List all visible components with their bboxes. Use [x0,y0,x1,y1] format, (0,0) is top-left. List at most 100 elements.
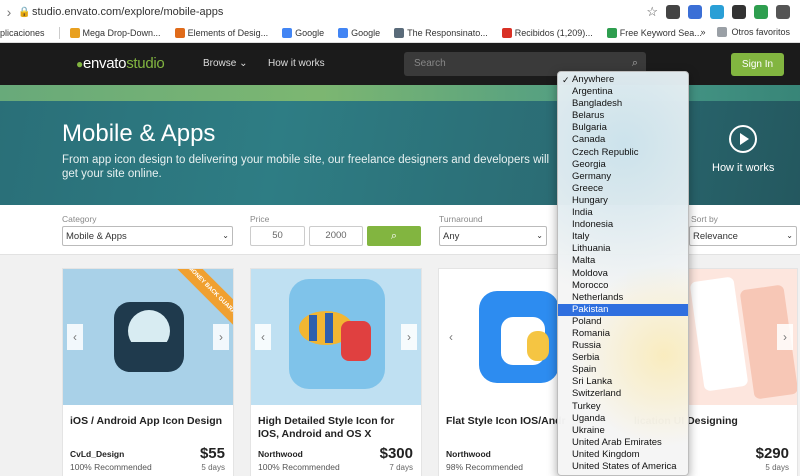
browse-menu[interactable]: Browse ⌄ [203,58,248,69]
chevron-down-icon: ⌄ [536,231,543,240]
dropdown-option[interactable]: Lithuania [558,243,688,255]
dropdown-option-label: Spain [572,364,597,376]
price-min-input[interactable]: 50 [250,226,305,246]
carousel-prev-arrow[interactable]: ‹ [255,324,271,350]
carousel-prev-arrow[interactable]: ‹ [67,324,83,350]
sort-select[interactable]: Relevance ⌄ [689,226,797,246]
dropdown-option[interactable]: Bangladesh [558,98,688,110]
dropdown-option[interactable]: Ukraine [558,425,688,437]
carousel-next-arrow[interactable]: › [401,324,417,350]
hero-subtitle: From app icon design to delivering your … [62,154,550,180]
extension-refresh-icon[interactable] [710,5,724,19]
turnaround-select[interactable]: Any ⌄ [439,226,547,246]
location-dropdown[interactable]: ✓ Anywhere Argentina Bangladesh Belarus Bulga… [557,71,689,476]
dropdown-option[interactable]: Poland [558,316,688,328]
dropdown-option[interactable]: Serbia [558,352,688,364]
how-it-works-video-link[interactable]: How it works [712,162,774,174]
more-bookmarks-button[interactable]: » [700,27,705,37]
extension-green-icon[interactable] [754,5,768,19]
dropdown-option[interactable]: Hungary [558,195,688,207]
card-recommended: 100% Recommended [70,462,152,472]
dropdown-option[interactable]: India [558,207,688,219]
dropdown-option[interactable]: Romania [558,328,688,340]
search-filters-button[interactable]: ⌕ [367,226,421,246]
url-field[interactable]: studio.envato.com/explore/mobile-apps [32,6,646,18]
bookmark-item[interactable]: Google [282,28,324,38]
bookmark-star-icon[interactable]: ☆ [646,4,658,20]
reload-icon[interactable]: › [0,4,18,20]
service-card[interactable]: ‹ › High Detailed Style Icon for IOS, An… [250,268,422,476]
dropdown-option[interactable]: Italy [558,231,688,243]
bookmark-item[interactable]: Recibidos (1,209)... [501,28,593,38]
card-thumbnail[interactable]: 100% MONEY BACK GUARANTEE [63,269,233,405]
dropdown-option[interactable]: Uganda [558,413,688,425]
dropdown-option-label: India [572,207,593,219]
category-select[interactable]: Mobile & Apps ⌄ [62,226,233,246]
fish-app-icon [289,279,385,389]
dropdown-option[interactable]: Georgia [558,159,688,171]
other-favorites-folder[interactable]: Otros favoritos [731,27,790,37]
dropdown-option[interactable]: Netherlands [558,292,688,304]
card-author[interactable]: CvLd_Design [70,449,124,459]
dropdown-option-label: Anywhere [572,74,615,85]
dropdown-option[interactable]: Russia [558,340,688,352]
dropdown-option-label: Bulgaria [572,122,607,134]
chevron-down-icon: ⌄ [239,58,248,69]
dropdown-option-label: Moldova [572,267,608,279]
dropdown-option[interactable]: Germany [558,171,688,183]
dropdown-option[interactable]: Morocco [558,280,688,292]
carousel-next-arrow[interactable]: › [777,324,793,350]
card-author[interactable]: Northwood [446,449,491,459]
card-title[interactable]: High Detailed Style Icon for IOS, Androi… [258,415,418,441]
extension-tray: ☆ [646,4,800,20]
dropdown-option[interactable]: Moldova [558,267,688,280]
carousel-next-arrow[interactable]: › [213,324,229,350]
bookmark-item[interactable]: Elements of Desig... [174,28,268,38]
dropdown-option[interactable]: Sri Lanka [558,376,688,388]
dropdown-option-label: Greece [572,182,604,194]
envato-studio-logo[interactable]: ●envatostudio [76,55,165,72]
card-author[interactable]: Northwood [258,449,303,459]
dropdown-option[interactable]: Spain [558,364,688,376]
bookmark-item[interactable]: Google [338,28,380,38]
dropdown-option-label: United Kingdom [572,448,640,460]
dropdown-option[interactable]: Belarus [558,110,688,122]
dropdown-option[interactable]: United Arab Emirates [558,437,688,449]
extensions-puzzle-icon[interactable] [776,5,790,19]
dropdown-option[interactable]: United States of America [558,461,688,473]
dropdown-option[interactable]: Indonesia [558,219,688,231]
price-max-input[interactable]: 2000 [309,226,363,246]
bookmark-item[interactable]: plicaciones [0,28,45,38]
sign-in-button[interactable]: Sign In [731,53,784,76]
dropdown-option[interactable]: Pakistan [558,303,688,316]
bookmark-item[interactable]: Free Keyword Sea... [606,28,702,38]
browser-address-bar: › 🔒 studio.envato.com/explore/mobile-app… [0,0,800,24]
play-icon[interactable] [729,125,757,153]
dropdown-option[interactable]: ✓ Anywhere [558,74,688,86]
dropdown-option[interactable]: Argentina [558,86,688,98]
card-title[interactable]: iOS / Android App Icon Design [70,415,230,428]
dropdown-option[interactable]: Czech Republic [558,147,688,159]
carousel-prev-arrow[interactable]: ‹ [443,324,459,350]
checkmark-icon: ✓ [562,75,570,85]
extension-key-icon[interactable] [732,5,746,19]
dropdown-option[interactable]: Canada [558,134,688,146]
extension-screen-icon[interactable] [688,5,702,19]
dropdown-option[interactable]: Bulgaria [558,122,688,134]
how-it-works-link[interactable]: How it works [268,58,325,69]
dropdown-option[interactable]: Malta [558,255,688,267]
dropdown-option-label: Pakistan [572,303,609,315]
bookmark-item[interactable]: The Responsinato... [394,28,488,38]
card-price: $55 [199,445,225,462]
extension-m-icon[interactable] [666,5,680,19]
category-label: Category [62,214,97,224]
bookmark-item[interactable]: Mega Drop-Down... [69,28,161,38]
service-card[interactable]: 100% MONEY BACK GUARANTEE ‹ › iOS / Andr… [62,268,234,476]
search-icon[interactable]: ⌕ [632,57,638,70]
card-thumbnail[interactable] [251,269,421,405]
dropdown-option[interactable]: United Kingdom [558,448,688,461]
dropdown-option[interactable]: Turkey [558,401,688,413]
dropdown-option[interactable]: Greece [558,182,688,195]
lock-icon[interactable]: 🔒 [18,7,32,18]
dropdown-option[interactable]: Switzerland [558,388,688,400]
